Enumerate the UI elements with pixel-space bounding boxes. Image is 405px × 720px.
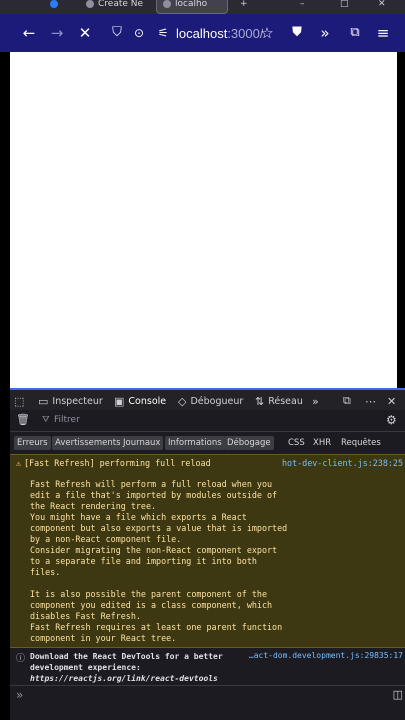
info-source-link[interactable]: …act-dom.development.js:29835:17 — [249, 651, 403, 660]
pick-element-button[interactable]: ⬚ — [14, 392, 24, 410]
maximize-button[interactable]: □ — [340, 0, 349, 14]
bookmark-star-icon[interactable]: ☆ — [258, 24, 276, 42]
react-devtools-link[interactable]: https://reactjs.org/link/react-devtools — [30, 673, 223, 684]
lock-icon[interactable]: ⊙ — [130, 24, 148, 42]
editor-mode-icon[interactable]: ◫ — [393, 688, 403, 701]
tab-debugger[interactable]: ◇ Débogueur — [178, 392, 243, 410]
navigation-toolbar: ← → ✕ ⛉ ⊙ ⚟ localhost:3000/ ☆ ⛊ » ⧉ ≡ — [0, 14, 405, 52]
tab-label: Create Ne — [98, 0, 144, 9]
tab-create-next[interactable]: Create Ne — [86, 0, 143, 14]
page-viewport[interactable] — [10, 52, 397, 388]
maximize-icon: □ — [340, 0, 349, 9]
filter-xhr[interactable]: XHR — [310, 436, 334, 450]
loading-icon — [163, 0, 171, 8]
chevron-right-icon: » — [312, 394, 319, 408]
close-window-button[interactable]: ✕ — [378, 0, 386, 14]
url-bar[interactable]: ⚟ localhost:3000/ — [156, 21, 336, 45]
tab-console[interactable]: ▣ Console — [114, 392, 166, 410]
overflow-chevron-icon[interactable]: » — [316, 24, 334, 42]
level-logs[interactable]: Journaux — [120, 436, 164, 450]
network-icon: ⇅ — [255, 394, 265, 408]
tab-localhost[interactable]: localho — [156, 0, 228, 14]
forward-button[interactable]: → — [48, 24, 66, 42]
stop-button[interactable]: ✕ — [76, 24, 94, 42]
log-level-filters: Erreurs Avertissements Journaux Informat… — [10, 434, 405, 452]
shield-icon[interactable]: ⛉ — [108, 24, 126, 42]
devtools-tabbar: ⬚ ▭ Inspecteur ▣ Console ◇ Débogueur ⇅ Résea… — [10, 388, 405, 410]
level-debug[interactable]: Débogage — [224, 436, 274, 450]
close-icon: ✕ — [378, 0, 386, 9]
warning-source-link[interactable]: hot-dev-client.js:238:25 — [282, 458, 403, 468]
warning-body: Fast Refresh will perform a full reload … — [30, 479, 288, 643]
console-warning-message[interactable]: ⚠ [Fast Refresh] performing full reload h… — [10, 454, 405, 648]
level-errors[interactable]: Erreurs — [14, 436, 51, 450]
level-warnings[interactable]: Avertissements — [52, 436, 124, 450]
level-info[interactable]: Informations — [165, 436, 225, 450]
console-icon: ▣ — [114, 394, 125, 408]
filter-input[interactable]: Filtrer — [54, 415, 80, 425]
info-text: Download the React DevTools for a better… — [30, 652, 223, 684]
extensions-icon[interactable]: ⧉ — [346, 24, 364, 42]
trash-icon[interactable]: 🗑 — [16, 413, 30, 426]
tab-firefox[interactable] — [50, 0, 58, 14]
devtools-panel: ⬚ ▭ Inspecteur ▣ Console ◇ Débogueur ⇅ Résea… — [10, 388, 405, 720]
more-tabs-button[interactable]: » — [312, 392, 319, 410]
console-filter-bar: 🗑 ⛛ Filtrer ⚙ — [10, 412, 405, 432]
page-icon — [86, 0, 94, 8]
firefox-icon — [50, 0, 58, 8]
settings-gear-icon[interactable]: ⚙ — [386, 413, 397, 427]
debugger-icon: ◇ — [178, 394, 187, 408]
url-text[interactable]: localhost:3000/ — [176, 26, 263, 41]
filter-icon: ⛛ — [42, 415, 50, 425]
info-icon: ⓘ — [16, 654, 26, 664]
close-devtools-button[interactable]: ✕ — [387, 392, 396, 410]
filter-requests[interactable]: Requêtes — [338, 436, 384, 450]
permissions-icon[interactable]: ⚟ — [156, 24, 170, 42]
tab-strip: Create Ne localho + – □ ✕ — [0, 0, 405, 14]
filter-css[interactable]: CSS — [285, 436, 308, 450]
tab-network[interactable]: ⇅ Réseau — [255, 392, 303, 410]
console-input-prompt[interactable]: » — [16, 688, 23, 702]
ellipsis-icon: ⋯ — [365, 394, 376, 408]
plus-icon: + — [240, 0, 248, 9]
new-tab-button[interactable]: + — [240, 0, 248, 14]
inspector-icon: ▭ — [38, 394, 49, 408]
tab-inspector[interactable]: ▭ Inspecteur — [38, 392, 103, 410]
pocket-icon[interactable]: ⛊ — [288, 24, 306, 42]
warning-icon: ⚠ — [16, 458, 22, 468]
minimize-button[interactable]: – — [300, 0, 305, 14]
dock-button[interactable]: ⧉ — [343, 392, 351, 410]
tab-label: localho — [175, 0, 208, 9]
dock-icon: ⧉ — [343, 394, 351, 407]
menu-icon[interactable]: ≡ — [374, 24, 392, 42]
devtools-menu-button[interactable]: ⋯ — [365, 392, 376, 410]
minimize-icon: – — [300, 0, 305, 9]
console-info-message[interactable]: ⓘ Download the React DevTools for a bett… — [10, 648, 405, 686]
pick-element-icon: ⬚ — [14, 394, 25, 408]
close-icon: ✕ — [387, 394, 397, 408]
back-button[interactable]: ← — [20, 24, 38, 42]
warning-title: ⚠ [Fast Refresh] performing full reload — [16, 458, 211, 468]
